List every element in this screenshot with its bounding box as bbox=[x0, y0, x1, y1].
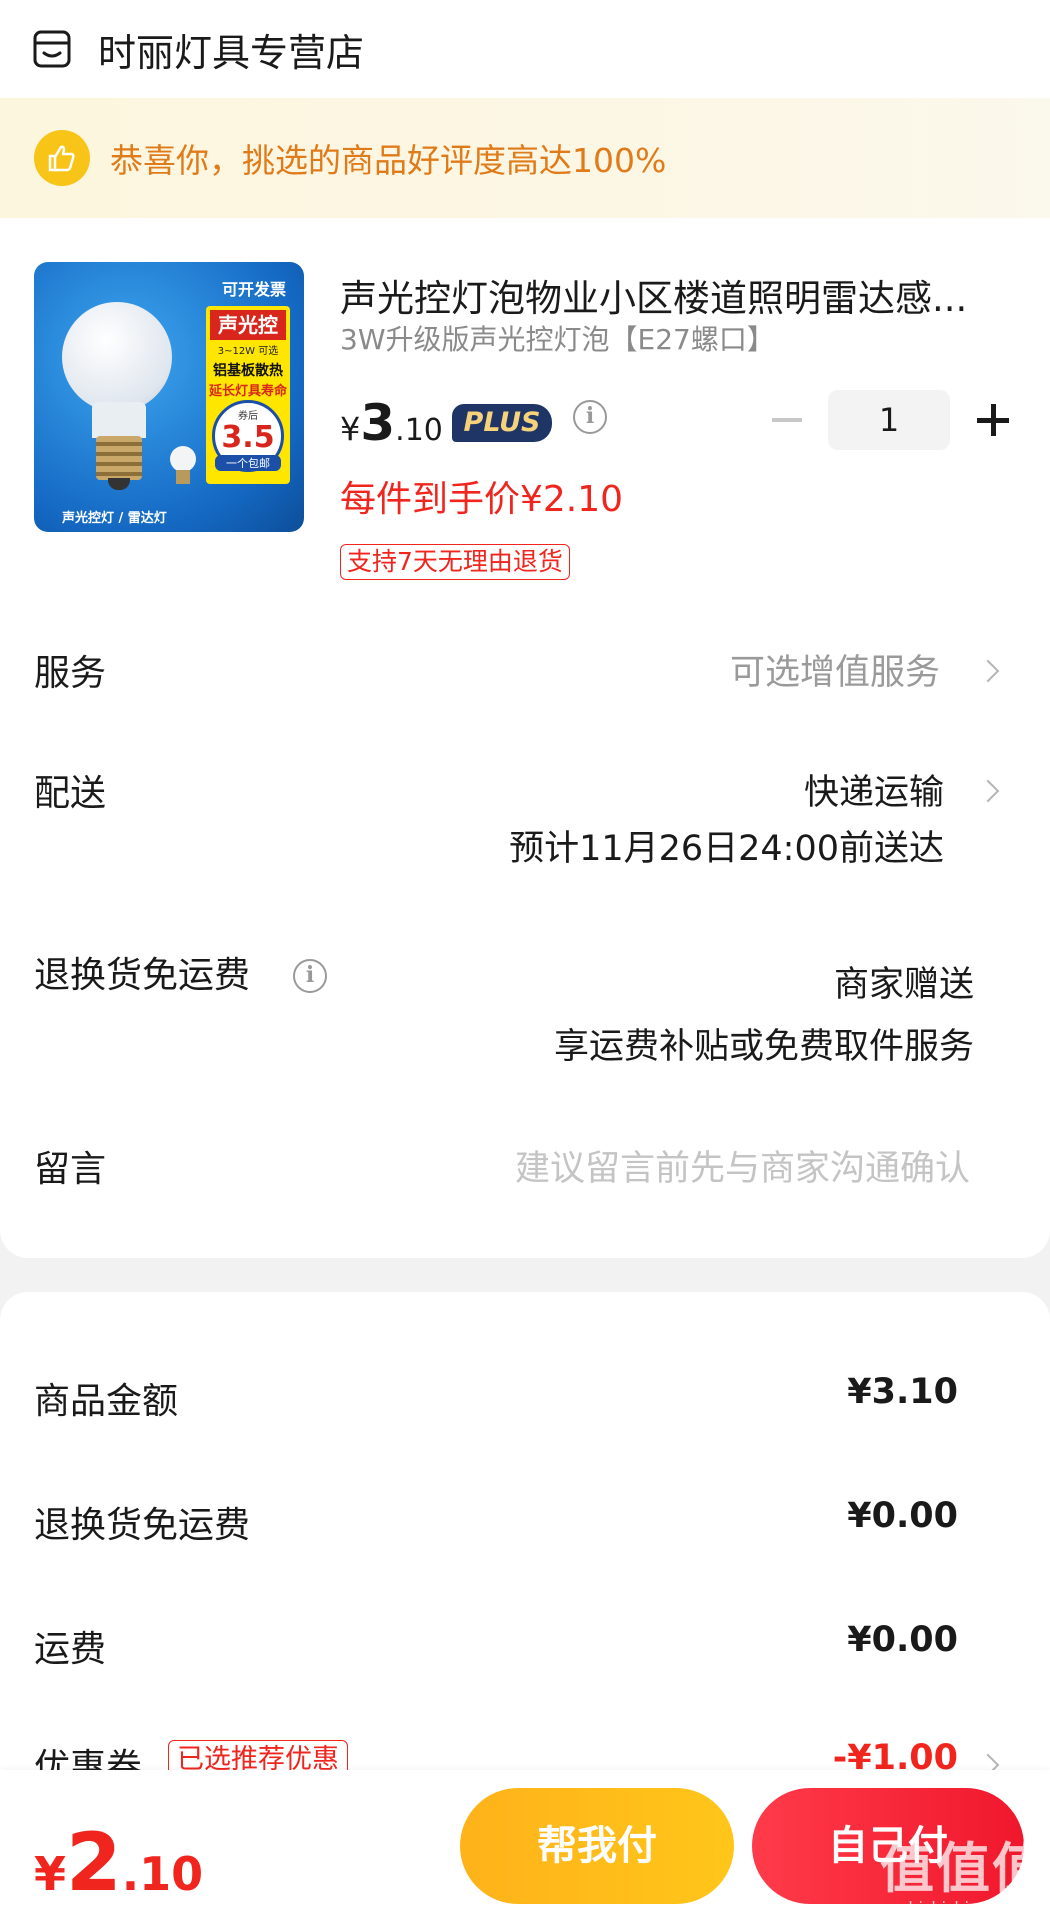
goods-amount-value: ¥3.10 bbox=[847, 1372, 958, 1412]
return-fee-label: 退换货免运费 bbox=[34, 1505, 251, 1546]
service-value[interactable]: 可选增值服务 bbox=[730, 644, 940, 695]
quantity-input[interactable]: 1 bbox=[828, 390, 950, 450]
freight-label: 运费 bbox=[34, 1629, 107, 1670]
store-icon bbox=[32, 29, 72, 69]
return-label: 退换货免运费 bbox=[34, 955, 251, 996]
mini-bulb-base-graphic bbox=[176, 470, 190, 484]
product-price: ¥ 3 .10 bbox=[340, 394, 443, 452]
service-label: 服务 bbox=[34, 653, 107, 694]
decrease-button[interactable] bbox=[762, 390, 812, 450]
store-name: 时丽灯具专营店 bbox=[98, 30, 365, 75]
return-info-icon[interactable]: i bbox=[293, 959, 327, 993]
image-heat: 铝基板散热 bbox=[213, 363, 283, 379]
watermark: 值值值 bbox=[880, 1837, 1048, 1900]
product-image[interactable]: 可开发票 声光控 3~12W 可选 铝基板散热 延长灯具寿命 券后 3.5 一个… bbox=[34, 262, 304, 532]
minus-icon bbox=[772, 418, 802, 422]
image-sound-control: 声光控 bbox=[210, 310, 286, 340]
return-value: 商家赠送 bbox=[833, 965, 974, 1005]
total-symbol: ¥ bbox=[34, 1847, 67, 1901]
return-description: 享运费补贴或免费取件服务 bbox=[553, 1027, 974, 1067]
price-info-icon[interactable]: i bbox=[573, 400, 607, 434]
delivery-eta: 预计11月26日24:00前送达 bbox=[509, 829, 944, 869]
total-price: ¥ 2 .10 bbox=[34, 1816, 203, 1909]
image-coupon-badge: 券后 3.5 一个包邮 bbox=[212, 400, 284, 472]
delivery-label: 配送 bbox=[34, 773, 107, 814]
product-spec[interactable]: 3W升级版声光控灯泡【E27螺口】 bbox=[340, 318, 775, 358]
praise-text: 恭喜你，挑选的商品好评度高达100% bbox=[110, 141, 667, 180]
image-coupon-price: 3.5 bbox=[221, 420, 275, 455]
checkout-page: 时丽灯具专营店 恭喜你，挑选的商品好评度高达100% 可开发票 声光控 3~12… bbox=[0, 0, 1050, 1926]
plus-badge: PLUS bbox=[452, 404, 552, 442]
service-chevron-icon[interactable] bbox=[980, 658, 996, 686]
thumbs-up-icon bbox=[34, 130, 90, 186]
bulb-neck-graphic bbox=[92, 402, 146, 438]
mini-bulb-graphic bbox=[170, 446, 196, 472]
bulb-tip-graphic bbox=[108, 478, 130, 490]
delivery-value[interactable]: 快递运输 bbox=[804, 764, 944, 815]
help-pay-button[interactable]: 帮我付 bbox=[460, 1788, 734, 1904]
return-fee-value: ¥0.00 bbox=[847, 1496, 958, 1536]
quantity-stepper: 1 bbox=[762, 390, 1022, 450]
store-header[interactable]: 时丽灯具专营店 bbox=[0, 0, 1050, 98]
price-decimal: .10 bbox=[395, 413, 443, 448]
image-range: 3~12W 可选 bbox=[217, 346, 279, 357]
image-caption: 声光控灯 / 雷达灯 bbox=[62, 511, 167, 526]
message-input[interactable]: 建议留言前先与商家沟通确认 bbox=[515, 1140, 970, 1191]
delivery-chevron-icon[interactable] bbox=[980, 778, 996, 806]
image-life: 延长灯具寿命 bbox=[208, 384, 287, 399]
image-invoice-text: 可开发票 bbox=[221, 280, 286, 299]
price-symbol: ¥ bbox=[340, 410, 361, 448]
goods-amount-label: 商品金额 bbox=[34, 1381, 179, 1422]
unit-price: 每件到手价¥2.10 bbox=[340, 479, 624, 520]
image-shipping: 一个包邮 bbox=[215, 455, 281, 471]
praise-banner: 恭喜你，挑选的商品好评度高达100% bbox=[0, 98, 1050, 218]
product-title[interactable]: 声光控灯泡物业小区楼道照明雷达感... bbox=[340, 268, 1010, 322]
total-decimal: .10 bbox=[121, 1847, 204, 1901]
message-label: 留言 bbox=[34, 1149, 107, 1190]
increase-button[interactable] bbox=[962, 390, 1022, 450]
order-item-card: 可开发票 声光控 3~12W 可选 铝基板散热 延长灯具寿命 券后 3.5 一个… bbox=[0, 218, 1050, 1258]
total-integer: 2 bbox=[66, 1816, 122, 1909]
image-feature-panel: 声光控 3~12W 可选 铝基板散热 延长灯具寿命 券后 3.5 一个包邮 bbox=[206, 306, 290, 484]
watermark-url: zhizhizhi.com bbox=[900, 1898, 1009, 1917]
bulb-screw-graphic bbox=[96, 436, 142, 480]
bulb-graphic bbox=[62, 302, 172, 412]
price-integer: 3 bbox=[360, 394, 396, 452]
return-policy-tag: 支持7天无理由退货 bbox=[340, 544, 570, 580]
checkout-bar: ¥ 2 .10 帮我付 自己付 值值值 zhizhizhi.com bbox=[0, 1770, 1050, 1926]
freight-value: ¥0.00 bbox=[847, 1620, 958, 1660]
